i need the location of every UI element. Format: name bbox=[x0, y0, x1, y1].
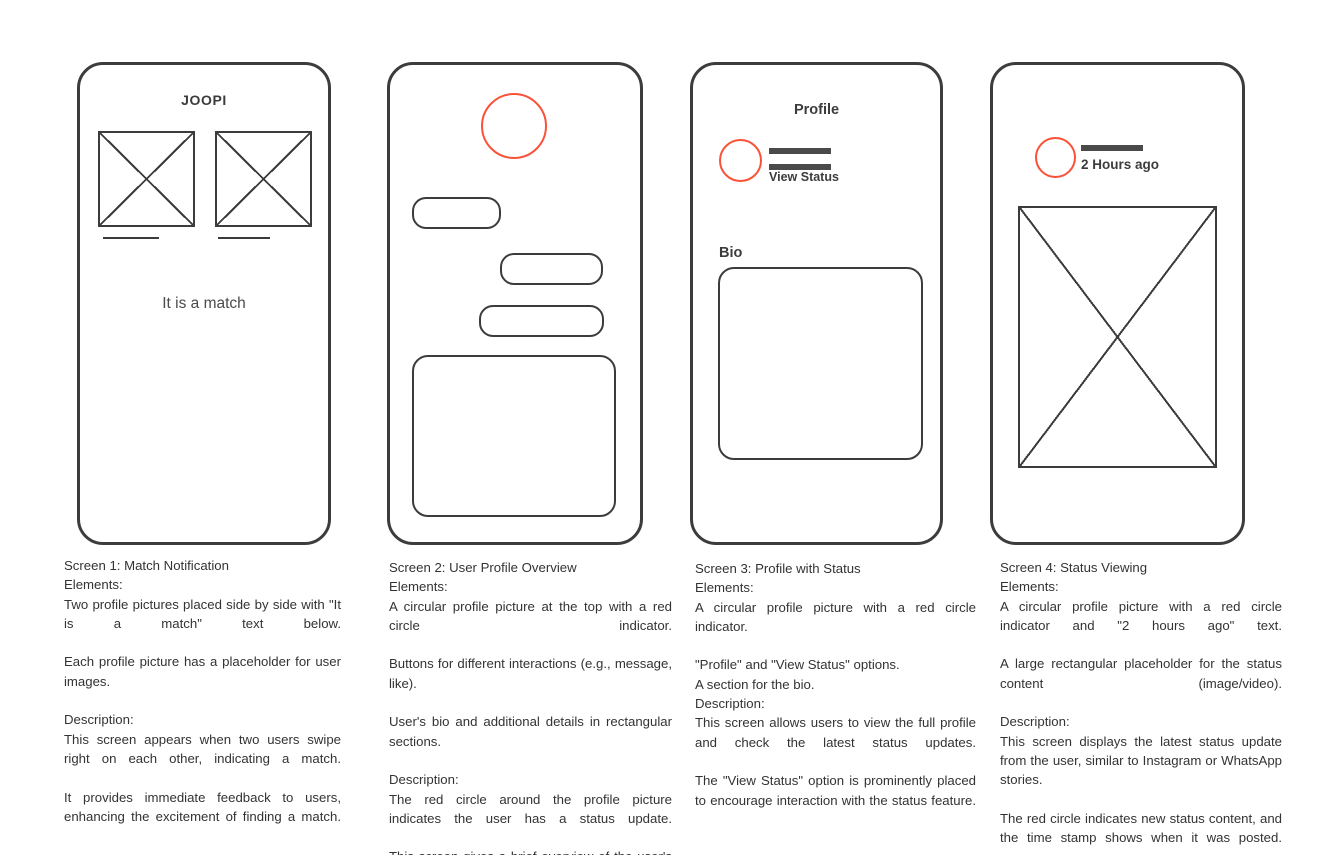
caption-element-item: A circular profile picture with a red ci… bbox=[695, 599, 976, 634]
screen-4-body: 2 Hours ago bbox=[993, 65, 1242, 542]
screen-3-body: Profile View Status Bio bbox=[693, 65, 940, 542]
caption-description-item: This screen gives a brief overview of th… bbox=[389, 847, 672, 855]
screen-2-body bbox=[390, 65, 640, 542]
caption-heading: Screen 3: Profile with Status bbox=[695, 561, 861, 576]
caption-element-item: A section for the bio. bbox=[695, 676, 815, 692]
caption-element-item: Two profile pictures placed side by side… bbox=[64, 596, 341, 631]
caption-elements-label: Elements: bbox=[695, 580, 754, 596]
caption-element-item: User's bio and additional details in rec… bbox=[389, 714, 672, 749]
caption-element-item: Each profile picture has a placeholder f… bbox=[64, 654, 341, 689]
caption-screen-4: Screen 4: Status Viewing Elements: A cir… bbox=[1000, 558, 1282, 855]
screen-1-body: JOOPI It is a match bbox=[80, 65, 328, 542]
profile-name-rule-left bbox=[103, 237, 159, 239]
caption-element-item: "Profile" and "View Status" options. bbox=[695, 657, 900, 673]
app-title-joopi: JOOPI bbox=[181, 92, 227, 108]
phone-frame-screen-3: Profile View Status Bio bbox=[690, 62, 943, 545]
caption-element-item: Buttons for different interactions (e.g.… bbox=[389, 656, 672, 691]
caption-element-item: A circular profile picture at the top wi… bbox=[389, 598, 672, 633]
caption-description-label: Description: bbox=[389, 772, 459, 788]
profile-name-bar bbox=[769, 148, 831, 154]
caption-description-item: The "View Status" option is prominently … bbox=[695, 773, 976, 808]
bio-section-label: Bio bbox=[719, 245, 743, 261]
profile-avatar-status-ring[interactable] bbox=[1035, 137, 1076, 178]
caption-screen-2: Screen 2: User Profile Overview Elements… bbox=[389, 558, 672, 855]
action-button-tertiary[interactable] bbox=[479, 305, 604, 337]
caption-heading: Screen 2: User Profile Overview bbox=[389, 560, 577, 575]
status-content-placeholder[interactable] bbox=[1018, 206, 1217, 468]
caption-description-label: Description: bbox=[695, 696, 765, 712]
phone-frame-screen-1: JOOPI It is a match bbox=[77, 62, 331, 545]
action-button-secondary[interactable] bbox=[500, 253, 603, 285]
caption-description-item: This screen displays the latest status u… bbox=[1000, 733, 1282, 788]
status-timestamp: 2 Hours ago bbox=[1081, 157, 1160, 172]
caption-screen-1: Screen 1: Match Notification Elements: T… bbox=[64, 556, 341, 845]
profile-name-rule-right bbox=[218, 237, 270, 239]
caption-heading: Screen 1: Match Notification bbox=[64, 558, 229, 573]
caption-screen-3: Screen 3: Profile with Status Elements: … bbox=[695, 559, 976, 829]
caption-element-item: A large rectangular placeholder for the … bbox=[1000, 656, 1282, 691]
caption-description-item: It provides immediate feedback to users,… bbox=[64, 789, 341, 824]
profile-avatar-status-ring[interactable] bbox=[719, 139, 762, 182]
action-button-primary[interactable] bbox=[412, 197, 501, 229]
profile-photo-placeholder-left[interactable] bbox=[98, 131, 195, 227]
caption-description-item: This screen appears when two users swipe… bbox=[64, 731, 341, 766]
view-status-option[interactable]: View Status bbox=[769, 170, 839, 184]
profile-name-bar bbox=[1081, 145, 1143, 151]
phone-frame-screen-2 bbox=[387, 62, 643, 545]
match-message: It is a match bbox=[162, 295, 246, 312]
bio-content-panel[interactable] bbox=[718, 267, 923, 460]
profile-photo-placeholder-right[interactable] bbox=[215, 131, 312, 227]
caption-description-item: This screen allows users to view the ful… bbox=[695, 715, 976, 750]
caption-elements-label: Elements: bbox=[1000, 579, 1059, 595]
caption-elements-label: Elements: bbox=[64, 577, 123, 593]
profile-heading: Profile bbox=[793, 102, 840, 118]
caption-description-label: Description: bbox=[1000, 714, 1070, 730]
wireframe-canvas: JOOPI It is a match Screen 1: Match Noti… bbox=[0, 0, 1337, 855]
caption-description-item: The red circle around the profile pictur… bbox=[389, 791, 672, 826]
caption-elements-label: Elements: bbox=[389, 579, 448, 595]
bio-details-panel[interactable] bbox=[412, 355, 616, 517]
caption-description-item: The red circle indicates new status cont… bbox=[1000, 810, 1282, 846]
phone-frame-screen-4: 2 Hours ago bbox=[990, 62, 1245, 545]
profile-avatar-status-ring[interactable] bbox=[481, 93, 547, 159]
caption-heading: Screen 4: Status Viewing bbox=[1000, 560, 1148, 575]
caption-description-label: Description: bbox=[64, 712, 134, 728]
caption-element-item: A circular profile picture with a red ci… bbox=[1000, 598, 1282, 633]
